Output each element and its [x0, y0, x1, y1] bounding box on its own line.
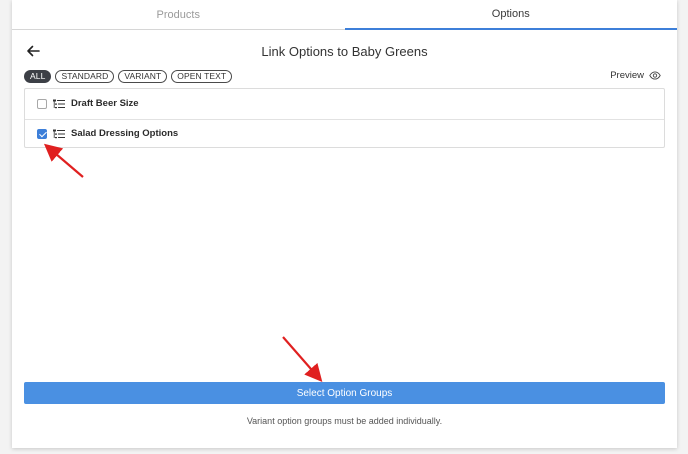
list-icon	[53, 99, 65, 108]
list-item[interactable]: Draft Beer Size	[25, 89, 664, 119]
option-group-label: Draft Beer Size	[71, 98, 139, 110]
tab-options[interactable]: Options	[344, 0, 677, 30]
variant-note: Variant option groups must be added indi…	[246, 416, 443, 426]
filter-chip-open-text[interactable]: OPEN TEXT	[171, 70, 233, 83]
page-title: Link Options to Baby Greens	[261, 44, 428, 59]
tab-products[interactable]: Products	[12, 0, 345, 30]
option-group-label: Salad Dressing Options	[71, 128, 179, 140]
link-options-panel: Products Options Link Options to Baby Gr…	[12, 0, 677, 448]
option-group-list: Draft Beer Size Salad Dressing Options	[24, 88, 665, 148]
list-item[interactable]: Salad Dressing Options	[25, 118, 664, 149]
salad-dressing-options-checkbox[interactable]	[37, 128, 47, 139]
select-option-groups-button[interactable]: Select Option Groups	[24, 382, 665, 404]
list-icon	[53, 129, 65, 138]
tab-bar: Products Options	[12, 0, 677, 30]
filter-chip-all[interactable]: ALL	[24, 70, 52, 83]
preview-toggle[interactable]: Preview	[610, 70, 661, 81]
filter-chip-variant[interactable]: VARIANT	[118, 70, 168, 83]
draft-beer-size-checkbox[interactable]	[37, 98, 47, 109]
filter-chip-standard[interactable]: STANDARD	[55, 70, 115, 83]
preview-label: Preview	[610, 70, 644, 81]
eye-icon	[649, 71, 661, 80]
filter-chips: ALL STANDARD VARIANT OPEN TEXT	[24, 70, 233, 83]
